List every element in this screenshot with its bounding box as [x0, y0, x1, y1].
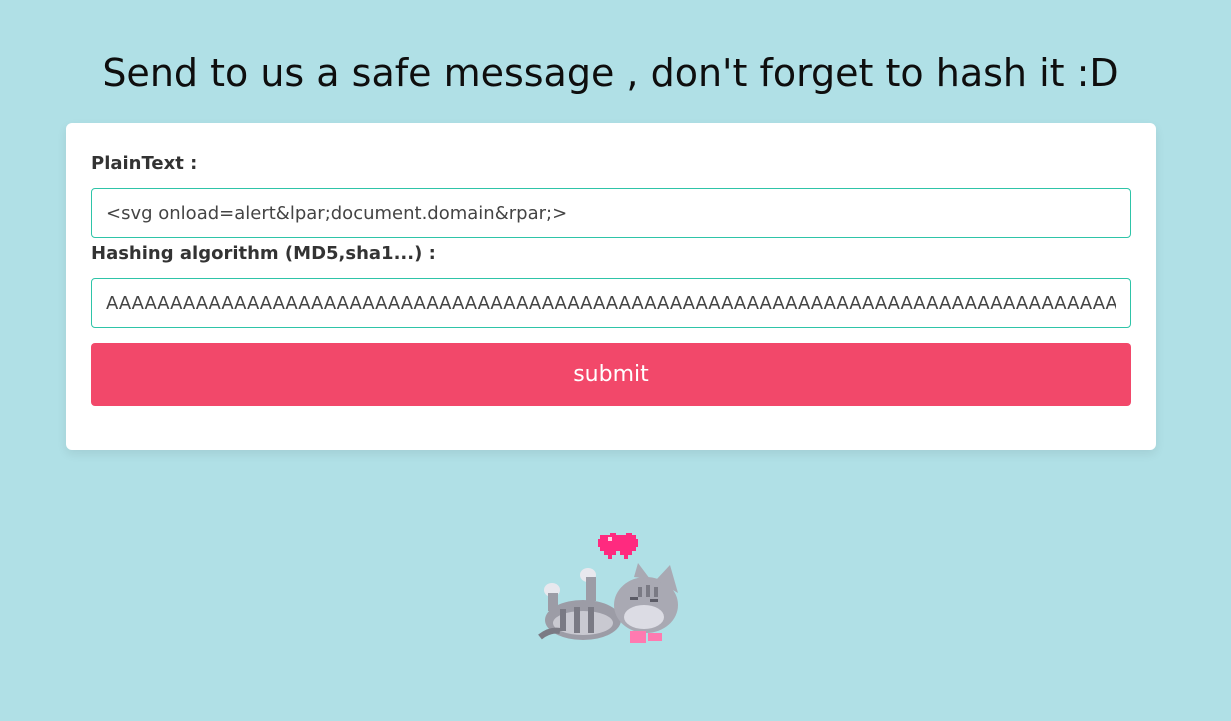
submit-button[interactable]: submit: [91, 343, 1131, 406]
heart-icon: [598, 533, 638, 559]
cat-with-heart-image: [538, 533, 678, 643]
hash-algorithm-label: Hashing algorithm (MD5,sha1...) :: [91, 243, 436, 264]
plaintext-input[interactable]: [91, 188, 1131, 238]
page-title: Send to us a safe message , don't forget…: [102, 51, 1119, 95]
cat-icon: [538, 563, 678, 643]
plaintext-label: PlainText :: [91, 153, 198, 174]
message-form-card: PlainText : Hashing algorithm (MD5,sha1.…: [66, 123, 1156, 450]
page: Send to us a safe message , don't forget…: [0, 0, 1231, 721]
hash-algorithm-input[interactable]: [91, 278, 1131, 328]
